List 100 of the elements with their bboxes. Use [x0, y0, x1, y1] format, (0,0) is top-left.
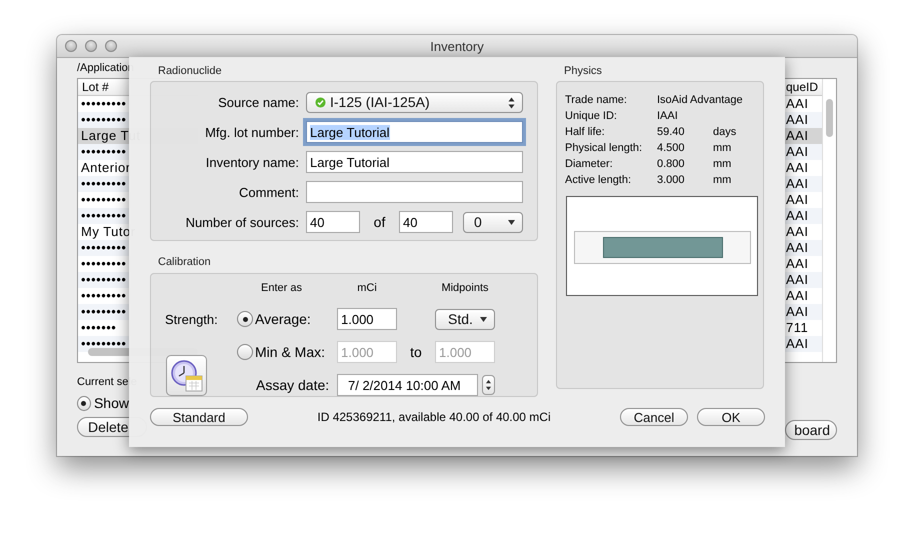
- table-row[interactable]: AAI: [785, 272, 822, 288]
- property-value: IAAI: [657, 110, 679, 122]
- zoom-icon[interactable]: [105, 40, 117, 52]
- table-row[interactable]: AAI: [785, 256, 822, 272]
- radio-button[interactable]: [237, 311, 253, 327]
- unit-label: mm: [713, 174, 732, 186]
- table-cell: •••••••••: [81, 272, 126, 287]
- stepper-arrows-icon: [508, 96, 515, 108]
- table-cell: •••••••••: [81, 144, 126, 159]
- table-row[interactable]: AAI: [785, 224, 822, 240]
- property-label: Diameter:: [565, 158, 614, 170]
- table-cell: AAI: [786, 192, 808, 207]
- radio-button[interactable]: [77, 396, 91, 410]
- check-icon: [315, 96, 326, 108]
- caret-icon: [508, 220, 515, 224]
- table-row[interactable]: AAI: [785, 128, 822, 144]
- table-cell: AAI: [786, 144, 808, 159]
- table-cell: •••••••••: [81, 304, 126, 319]
- table-row[interactable]: AAI: [785, 96, 822, 112]
- of-label: of: [372, 214, 386, 230]
- standard-button[interactable]: Standard: [150, 408, 248, 426]
- radio-label: Average:: [255, 311, 311, 327]
- radio-button[interactable]: [237, 344, 253, 360]
- table-cell: AAI: [786, 224, 808, 239]
- stepper-icon[interactable]: [482, 375, 495, 395]
- table-row[interactable]: AAI: [785, 304, 822, 320]
- property-label: Trade name:: [565, 94, 628, 106]
- property-label: Half life:: [565, 126, 606, 138]
- field-label: Comment:: [238, 184, 299, 200]
- group-title: Calibration: [157, 255, 212, 270]
- calendar-button[interactable]: [166, 355, 207, 396]
- table-cell: AAI: [786, 112, 808, 127]
- scrollbar-thumb[interactable]: [826, 99, 833, 137]
- input-field[interactable]: [306, 181, 523, 203]
- field-label: Inventory name:: [204, 154, 299, 170]
- table-cell: •••••••••: [81, 336, 126, 351]
- source-dropdown[interactable]: I-125 (IAI-125A): [306, 92, 523, 112]
- table-row[interactable]: AAI: [785, 144, 822, 160]
- midpoints-dropdown[interactable]: Std.: [435, 308, 495, 330]
- field-label: Number of sources:: [184, 214, 299, 230]
- radio-label: Min & Max:: [255, 344, 326, 360]
- minimize-icon[interactable]: [85, 40, 97, 52]
- table-row[interactable]: AAI: [785, 240, 822, 256]
- table-cell: •••••••••: [81, 288, 126, 303]
- table-cell: 711: [786, 320, 808, 335]
- column-header[interactable]: queID: [785, 79, 822, 96]
- table-row[interactable]: AAI: [785, 160, 822, 176]
- input-field[interactable]: 40: [399, 211, 453, 233]
- table-cell: AAI: [786, 304, 808, 319]
- table-cell: AAI: [786, 176, 808, 191]
- input-field[interactable]: 40: [306, 211, 360, 233]
- unit-label: mm: [713, 158, 732, 170]
- table-cell: •••••••••: [81, 208, 126, 223]
- to-label: to: [409, 344, 423, 360]
- radio-label: Show: [94, 395, 129, 411]
- input-field[interactable]: 1.000: [337, 308, 397, 330]
- clipboard-button[interactable]: board: [785, 420, 837, 440]
- table-cell: •••••••••: [81, 176, 126, 191]
- table-row[interactable]: AAI: [785, 288, 822, 304]
- column-header: Enter as: [260, 282, 303, 294]
- field-label: Assay date:: [255, 377, 330, 393]
- property-value: 3.000: [657, 174, 686, 186]
- table-cell: AAI: [786, 336, 808, 351]
- table-cell: AAI: [786, 272, 808, 287]
- table-cell: AAI: [786, 128, 808, 143]
- property-value: 0.800: [657, 158, 686, 170]
- property-label: Physical length:: [565, 142, 644, 154]
- column-header: mCi: [356, 282, 378, 294]
- table-cell: •••••••••: [81, 240, 126, 255]
- property-label: Unique ID:: [565, 110, 618, 122]
- table-row[interactable]: AAI: [785, 208, 822, 224]
- table-row[interactable]: AAI: [785, 192, 822, 208]
- table-cell: AAI: [786, 208, 808, 223]
- date-field[interactable]: 7/ 2/2014 10:00 AM: [337, 374, 478, 396]
- table-cell: •••••••••: [81, 192, 126, 207]
- table-row[interactable]: 711: [785, 320, 822, 336]
- cancel-button[interactable]: Cancel: [620, 408, 688, 426]
- property-value: 59.40: [657, 126, 686, 138]
- close-icon[interactable]: [65, 40, 77, 52]
- table-cell: My Tutor: [81, 224, 136, 239]
- window-title: Inventory: [430, 38, 484, 54]
- table-row[interactable]: AAI: [785, 336, 822, 352]
- table-cell: Anterior: [81, 160, 131, 175]
- table-cell: AAI: [786, 96, 808, 111]
- field-label: Source name:: [217, 94, 299, 110]
- field-label: Strength:: [165, 312, 219, 326]
- group-title: Physics: [563, 64, 603, 79]
- file-path: /Application: [77, 61, 134, 75]
- caret-icon: [480, 316, 487, 322]
- unit-label: days: [713, 126, 738, 138]
- ok-button[interactable]: OK: [697, 408, 765, 426]
- column-header: Midpoints: [440, 282, 490, 294]
- table-cell: AAI: [786, 240, 808, 255]
- table-row[interactable]: AAI: [785, 176, 822, 192]
- table-row[interactable]: AAI: [785, 112, 822, 128]
- input-field[interactable]: Large Tutorial: [306, 121, 523, 143]
- input-field[interactable]: Large Tutorial: [306, 151, 523, 173]
- count-dropdown[interactable]: 0: [463, 212, 523, 232]
- table-cell: AAI: [786, 160, 808, 175]
- table-cell: AAI: [786, 256, 808, 271]
